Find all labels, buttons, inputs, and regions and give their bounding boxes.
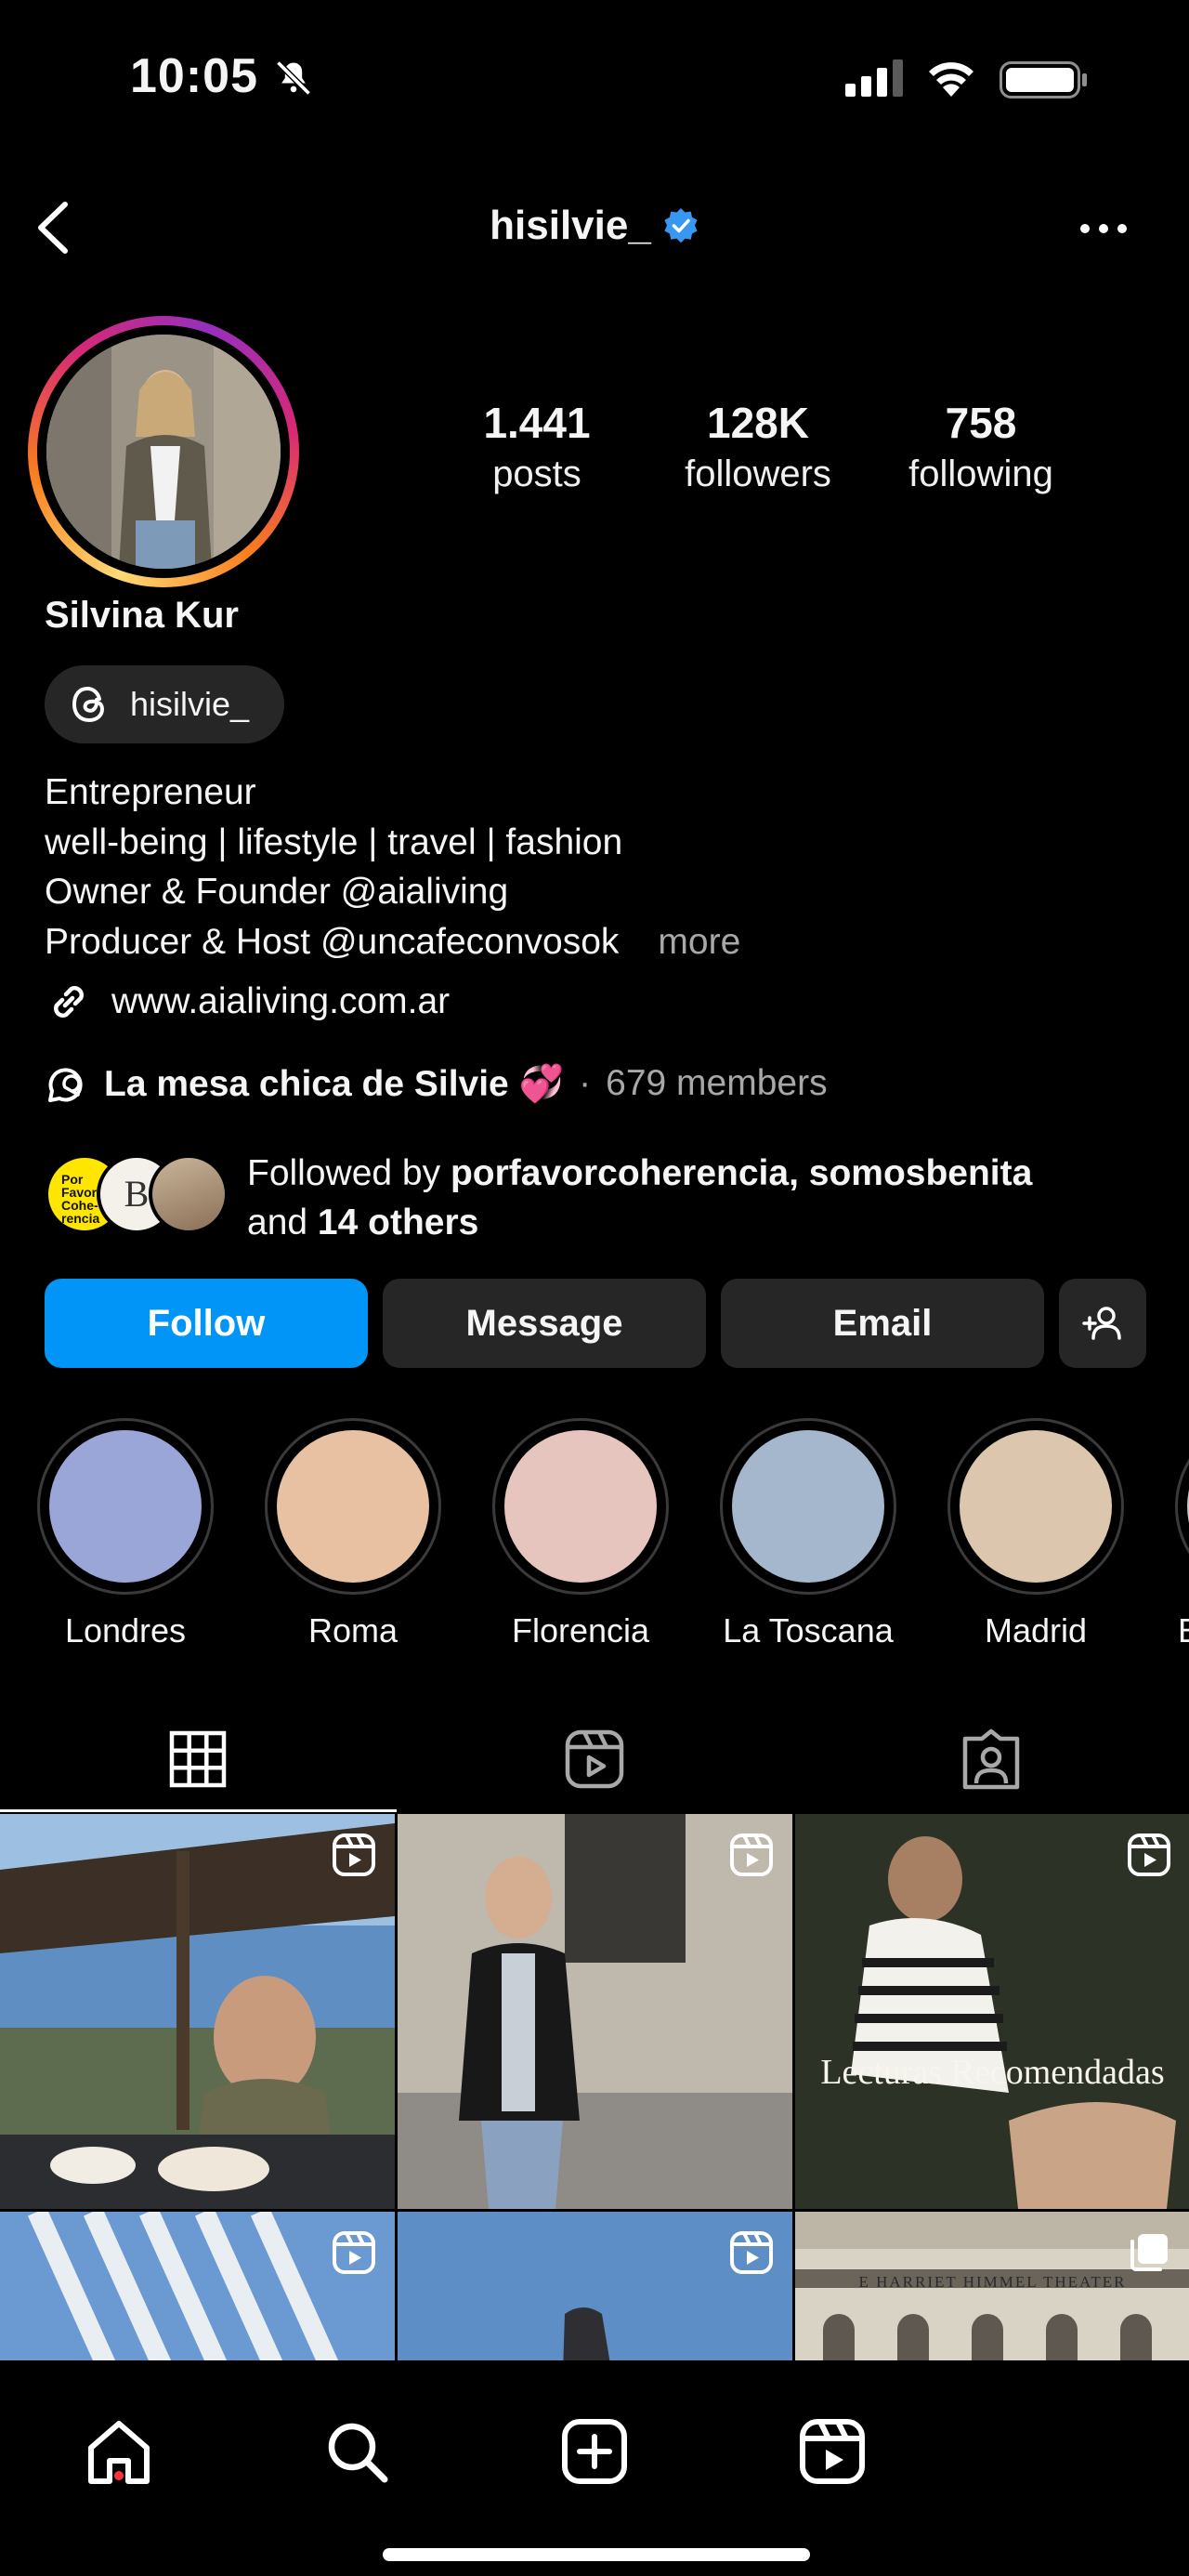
profile-link[interactable]: www.aialiving.com.ar [45, 978, 450, 1026]
bio-line: Entrepreneur [45, 772, 256, 812]
grid-post[interactable] [398, 2212, 792, 2360]
bell-muted-icon [276, 60, 311, 96]
profile-username: hisilvie_ [490, 203, 651, 248]
following-label: following [908, 453, 1053, 494]
channel-name: La mesa chica de Silvie 💞 [104, 1064, 565, 1104]
display-name: Silvina Kur [45, 595, 239, 636]
following-stat[interactable]: 758 following [869, 398, 1092, 495]
followers-count: 128K [707, 399, 809, 447]
more-options-icon[interactable] [1078, 210, 1130, 247]
tab-tagged[interactable] [792, 1706, 1189, 1812]
highlight-londres[interactable]: Londres [37, 1418, 214, 1650]
reel-badge-icon [333, 1833, 375, 1876]
message-button[interactable]: Message [383, 1279, 706, 1368]
profile-bio: Entrepreneur well-being | lifestyle | tr… [45, 768, 740, 966]
cellular-signal-icon [845, 59, 903, 97]
battery-icon [1000, 61, 1087, 99]
highlight-label: Roma [307, 1611, 399, 1649]
threads-handle: hisilvie_ [130, 685, 250, 723]
highlight-label: E [1175, 1611, 1189, 1650]
bio-more-link[interactable]: more [658, 922, 740, 962]
posts-label: posts [492, 453, 581, 494]
reels-nav-icon[interactable] [797, 2416, 868, 2487]
carousel-badge-icon [1130, 2234, 1168, 2271]
highlight-cover [960, 1430, 1112, 1583]
grid-post[interactable]: E HARRIET HIMMEL THEATER [795, 2212, 1189, 2360]
followed-by[interactable]: Por Favor Cohe- rencia B Followed by por… [45, 1149, 1139, 1247]
highlight-cover [277, 1430, 429, 1583]
reel-badge-icon [730, 2231, 773, 2274]
tab-reels[interactable] [397, 1706, 793, 1812]
bio-line: well-being | lifestyle | travel | fashio… [45, 821, 623, 862]
posts-count: 1.441 [483, 399, 591, 447]
status-bar: 10:05 [0, 0, 1189, 158]
suggested-users-button[interactable] [1059, 1279, 1146, 1368]
follow-button[interactable]: Follow [45, 1279, 368, 1368]
profile-avatar [46, 335, 281, 569]
mutual-avatar [149, 1154, 229, 1234]
followed-by-text: Followed by porfavorcoherencia, somosben… [247, 1153, 1033, 1242]
profile-actions: Follow Message Email [45, 1279, 1146, 1368]
highlight-cover [49, 1430, 202, 1583]
wifi-icon [929, 62, 973, 97]
highlight-label: Florencia [511, 1611, 650, 1649]
highlight-partial[interactable]: E [1175, 1418, 1189, 1650]
email-button[interactable]: Email [721, 1279, 1044, 1368]
reel-badge-icon [730, 1833, 773, 1876]
threads-icon [72, 686, 105, 723]
grid-icon [170, 1730, 227, 1788]
followers-stat[interactable]: 128K followers [647, 398, 869, 495]
highlight-label: Londres [64, 1611, 187, 1649]
channel-separator: · [579, 1063, 592, 1103]
grid-post[interactable]: Lecturas Recomendadas [795, 1814, 1189, 2209]
avatar-photo [46, 335, 281, 569]
posts-stat[interactable]: 1.441 posts [427, 398, 647, 495]
grid-post[interactable] [0, 2212, 395, 2360]
posts-grid: Lecturas Recomendadas E HARRIET HIMMEL T… [0, 1814, 1189, 2360]
highlight-la-toscana[interactable]: La Toscana [720, 1418, 896, 1650]
add-user-icon [1082, 1307, 1121, 1340]
tagged-icon [962, 1728, 1019, 1790]
story-highlights: Londres Roma Florencia La Toscana Madrid… [37, 1418, 1189, 1660]
status-time: 10:05 [130, 49, 258, 103]
tab-posts-grid[interactable] [0, 1706, 397, 1812]
profile-link-text: www.aialiving.com.ar [111, 981, 451, 1021]
search-icon[interactable] [321, 2416, 392, 2487]
highlight-label: La Toscana [723, 1611, 894, 1649]
reels-icon [565, 1729, 624, 1789]
post-overlay-text: E HARRIET HIMMEL THEATER [858, 2273, 1127, 2291]
verified-badge-icon [664, 208, 698, 243]
following-count: 758 [945, 399, 1017, 447]
highlight-label: Madrid [984, 1611, 1088, 1649]
highlight-cover [732, 1430, 884, 1583]
mutual-avatars: Por Favor Cohe- rencia B [45, 1149, 230, 1234]
followers-label: followers [685, 453, 831, 494]
post-overlay-text: Lecturas Recomendadas [820, 2053, 1165, 2092]
profile-stats: 1.441 posts 128K followers 758 following [427, 398, 1133, 495]
home-notification-dot [114, 2471, 124, 2480]
profile-tabs [0, 1706, 1189, 1812]
broadcast-channel[interactable]: La mesa chica de Silvie 💞 · 679 members [45, 1061, 828, 1106]
create-post-icon[interactable] [559, 2416, 630, 2487]
threads-badge[interactable]: hisilvie_ [45, 665, 284, 743]
highlight-madrid[interactable]: Madrid [947, 1418, 1124, 1650]
grid-post[interactable] [398, 1814, 792, 2209]
profile-header: hisilvie_ [0, 177, 1189, 279]
bottom-navigation [0, 2360, 1189, 2576]
highlight-florencia[interactable]: Florencia [492, 1418, 669, 1650]
story-ring[interactable] [28, 316, 299, 587]
grid-post[interactable] [0, 1814, 395, 2209]
highlight-cover [504, 1430, 657, 1583]
highlight-roma[interactable]: Roma [265, 1418, 441, 1650]
bio-line[interactable]: Owner & Founder @aialiving [45, 867, 740, 917]
channel-icon [48, 1068, 83, 1102]
reel-badge-icon [1128, 1833, 1170, 1876]
home-indicator[interactable] [383, 2548, 810, 2561]
reel-badge-icon [333, 2231, 375, 2274]
bio-line[interactable]: Producer & Host @uncafeconvosok [45, 922, 619, 962]
link-icon [54, 986, 84, 1018]
channel-members: 679 members [606, 1063, 828, 1103]
